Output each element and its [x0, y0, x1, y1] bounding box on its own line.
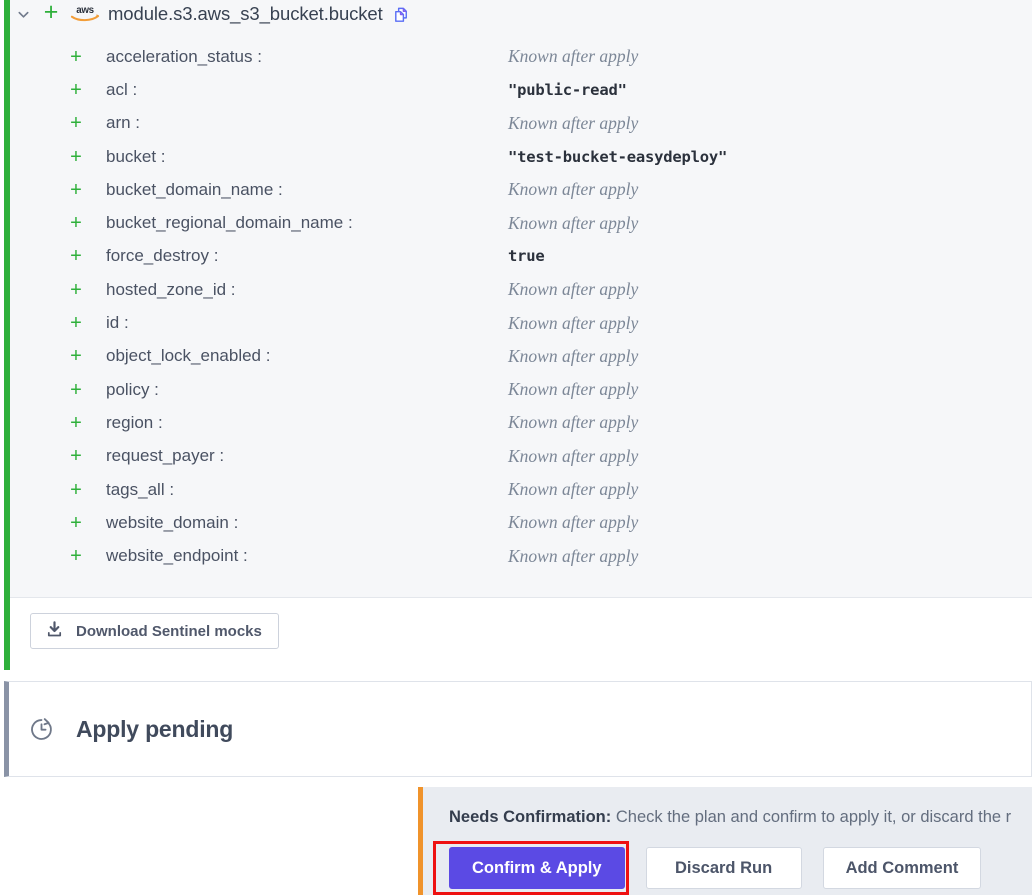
attribute-row: + hosted_zone_id : Known after apply [10, 273, 1032, 306]
discard-run-button[interactable]: Discard Run [645, 847, 802, 889]
attribute-row: + bucket : "test-bucket-easydeploy" [10, 140, 1032, 173]
attribute-key: website_endpoint : [106, 546, 248, 566]
attribute-row: + id : Known after apply [10, 306, 1032, 339]
attribute-row: + bucket_regional_domain_name : Known af… [10, 206, 1032, 239]
attribute-row: + policy : Known after apply [10, 373, 1032, 406]
panel-separator [0, 670, 1032, 681]
attribute-value: true [508, 247, 545, 266]
resource-header-row[interactable]: + aws module.s3.aws_s3_bucket.bucket [10, 0, 411, 28]
attribute-row: + request_payer : Known after apply [10, 440, 1032, 473]
copy-icon[interactable] [392, 6, 411, 25]
attribute-key: arn : [106, 113, 141, 133]
add-marker-icon: + [70, 378, 82, 401]
attribute-value: Known after apply [508, 412, 639, 433]
attribute-key: id : [106, 313, 129, 333]
plan-panel-footer: Download Sentinel mocks [10, 597, 1032, 670]
download-sentinel-mocks-label: Download Sentinel mocks [76, 622, 262, 640]
attribute-key: tags_all : [106, 479, 175, 499]
add-marker-icon: + [70, 345, 82, 368]
attribute-row: + object_lock_enabled : Known after appl… [10, 340, 1032, 373]
clock-pending-icon [28, 716, 55, 743]
attribute-value: Known after apply [508, 445, 639, 466]
plan-resource-body: + aws module.s3.aws_s3_bucket.bucket + a… [10, 0, 1032, 598]
add-marker-icon: + [70, 312, 82, 335]
attribute-key: acceleration_status : [106, 46, 262, 66]
add-marker-icon: + [70, 112, 82, 135]
attribute-key: bucket_regional_domain_name : [106, 213, 353, 233]
run-action-buttons: Confirm & Apply Discard Run Add Comment [449, 847, 982, 889]
needs-confirmation-label: Needs Confirmation: [449, 808, 612, 826]
attribute-row: + bucket_domain_name : Known after apply [10, 173, 1032, 206]
attribute-row: + website_endpoint : Known after apply [10, 539, 1032, 572]
add-marker-icon: + [43, 0, 59, 26]
download-sentinel-mocks-button[interactable]: Download Sentinel mocks [30, 613, 279, 649]
add-marker-icon: + [70, 445, 82, 468]
attribute-key: hosted_zone_id : [106, 279, 236, 299]
attribute-key: object_lock_enabled : [106, 346, 271, 366]
add-marker-icon: + [70, 45, 82, 68]
chevron-down-icon[interactable] [10, 7, 36, 22]
attribute-value: Known after apply [508, 112, 639, 133]
confirm-and-apply-button[interactable]: Confirm & Apply [449, 847, 625, 889]
attribute-row: + region : Known after apply [10, 406, 1032, 439]
add-marker-icon: + [70, 411, 82, 434]
attribute-value: Known after apply [508, 212, 639, 233]
attribute-key: website_domain : [106, 512, 239, 532]
add-marker-icon: + [70, 245, 82, 268]
add-marker-icon: + [70, 545, 82, 568]
add-marker-icon: + [70, 178, 82, 201]
needs-confirmation-bar: Needs Confirmation: Check the plan and c… [418, 787, 1032, 895]
attribute-key: policy : [106, 379, 159, 399]
add-marker-icon: + [70, 78, 82, 101]
add-marker-icon: + [70, 511, 82, 534]
attribute-row: + acceleration_status : Known after appl… [10, 40, 1032, 73]
attribute-list: + acceleration_status : Known after appl… [10, 40, 1032, 573]
attribute-key: force_destroy : [106, 246, 219, 266]
attribute-key: request_payer : [106, 446, 225, 466]
svg-text:aws: aws [76, 5, 94, 16]
attribute-value: Known after apply [508, 479, 639, 499]
attribute-value: Known after apply [508, 345, 639, 366]
needs-confirmation-text: Check the plan and confirm to apply it, … [611, 808, 1012, 826]
attribute-value: Known after apply [508, 312, 639, 333]
plan-resource-panel: + aws module.s3.aws_s3_bucket.bucket + a… [4, 0, 1032, 670]
attribute-row: + force_destroy : true [10, 240, 1032, 273]
attribute-row: + arn : Known after apply [10, 107, 1032, 140]
attribute-row: + website_domain : Known after apply [10, 506, 1032, 539]
attribute-value: Known after apply [508, 179, 639, 200]
add-marker-icon: + [70, 278, 82, 301]
aws-logo-icon: aws [66, 3, 104, 25]
attribute-row: + tags_all : Known after apply [10, 473, 1032, 506]
resource-name-label: module.s3.aws_s3_bucket.bucket [108, 3, 383, 24]
attribute-key: bucket_domain_name : [106, 179, 283, 199]
add-comment-button[interactable]: Add Comment [822, 847, 982, 889]
add-marker-icon: + [70, 212, 82, 235]
attribute-value: Known after apply [508, 379, 639, 400]
attribute-value: "test-bucket-easydeploy" [508, 147, 728, 166]
attribute-row: + acl : "public-read" [10, 73, 1032, 106]
add-marker-icon: + [70, 145, 82, 168]
attribute-key: region : [106, 412, 163, 432]
attribute-value: "public-read" [508, 80, 627, 99]
attribute-value: Known after apply [508, 512, 639, 533]
apply-pending-card: Apply pending [4, 681, 1032, 777]
attribute-key: bucket : [106, 146, 166, 166]
needs-confirmation-message: Needs Confirmation: Check the plan and c… [449, 808, 1011, 827]
apply-pending-title: Apply pending [76, 715, 234, 742]
attribute-value: Known after apply [508, 279, 639, 300]
add-marker-icon: + [70, 478, 82, 501]
attribute-value: Known after apply [508, 46, 639, 67]
attribute-value: Known after apply [508, 545, 639, 566]
attribute-key: acl : [106, 79, 138, 99]
download-icon [45, 620, 64, 643]
